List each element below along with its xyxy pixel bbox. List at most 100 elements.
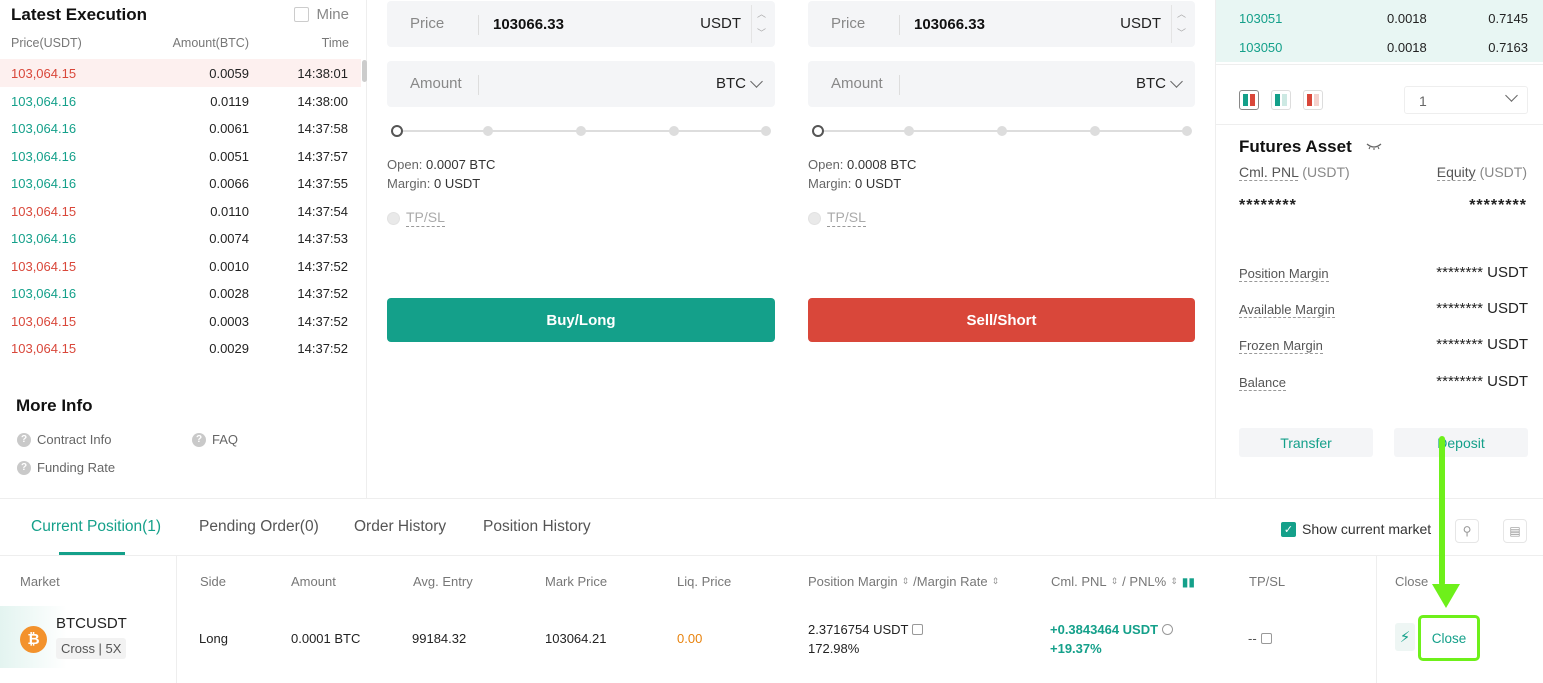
slider-handle[interactable] xyxy=(391,125,403,137)
tab-position-history[interactable]: Position History xyxy=(483,518,591,536)
trade-price: 103,064.15 xyxy=(11,313,77,329)
slider-mark[interactable] xyxy=(904,126,914,136)
buy-price-field[interactable]: Price 103066.33 USDT ︿ ﹀ xyxy=(387,1,775,47)
layout-sell-icon[interactable] xyxy=(1303,90,1323,110)
mine-checkbox[interactable] xyxy=(294,7,310,22)
slider-mark[interactable] xyxy=(483,126,493,136)
tpsl-radio[interactable] xyxy=(808,211,821,225)
buy-amount-unit-select[interactable]: BTC xyxy=(716,74,763,92)
depth-value: 1 xyxy=(1419,93,1427,109)
deposit-button[interactable]: Deposit xyxy=(1394,428,1528,457)
stepper-down-icon[interactable]: ﹀ xyxy=(752,24,771,43)
balance-label[interactable]: Balance xyxy=(1239,375,1286,391)
slider-mark[interactable] xyxy=(1090,126,1100,136)
frozen-margin-value: ******** USDT xyxy=(1436,336,1528,353)
stepper-up-icon[interactable]: ︿ xyxy=(1172,5,1191,24)
share-icon[interactable] xyxy=(1162,624,1174,635)
sell-amount-field[interactable]: Amount BTC xyxy=(808,61,1195,107)
slider-mark[interactable] xyxy=(576,126,586,136)
margin-label: Margin: xyxy=(808,176,852,191)
active-tab-indicator xyxy=(59,552,125,555)
checkbox-checked-icon[interactable]: ✓ xyxy=(1281,521,1296,537)
question-icon: ? xyxy=(17,432,31,447)
buy-long-button[interactable]: Buy/Long xyxy=(387,298,775,342)
filter-icon[interactable]: ⚲ xyxy=(1455,519,1479,543)
slider-mark[interactable] xyxy=(761,126,771,136)
show-current-market-label: Show current market xyxy=(1302,521,1432,537)
slider-mark[interactable] xyxy=(997,126,1007,136)
position-amount: 0.0001 BTC xyxy=(291,631,361,646)
tab-pending-order[interactable]: Pending Order(0) xyxy=(199,518,319,536)
layout-both-icon[interactable] xyxy=(1239,90,1259,110)
bar-chart-icon[interactable]: ▮▮ xyxy=(1182,575,1195,589)
divider xyxy=(1216,64,1543,65)
contract-info-link[interactable]: ? Contract Info xyxy=(17,432,111,447)
buy-amount-slider[interactable] xyxy=(391,125,771,137)
trade-price: 103,064.15 xyxy=(11,66,77,81)
edit-icon[interactable] xyxy=(912,624,924,635)
slider-handle[interactable] xyxy=(812,125,824,137)
buy-price-label: Price xyxy=(410,15,445,32)
tab-current-position[interactable]: Current Position(1) xyxy=(31,518,161,536)
trade-row: 103,064.16 0.0119 14:38:00 xyxy=(0,87,361,115)
slider-mark[interactable] xyxy=(1182,126,1192,136)
available-margin-label[interactable]: Available Margin xyxy=(1239,302,1335,318)
sort-icon[interactable]: ⇕ xyxy=(1170,576,1178,587)
sell-price-value[interactable]: 103066.33 xyxy=(914,16,985,33)
sell-price-field[interactable]: Price 103066.33 USDT ︿ ﹀ xyxy=(808,1,1195,47)
order-book-row[interactable]: 103050 0.0018 0.7163 xyxy=(1216,29,1543,58)
transfer-button[interactable]: Transfer xyxy=(1239,428,1373,457)
col-tpsl: TP/SL xyxy=(1249,574,1286,589)
sort-icon[interactable]: ⇕ xyxy=(902,576,910,587)
slider-mark[interactable] xyxy=(669,126,679,136)
position-symbol[interactable]: BTCUSDT xyxy=(56,615,127,632)
stepper-down-icon[interactable]: ﹀ xyxy=(1172,24,1191,43)
margin-value: 0 USDT xyxy=(433,176,481,191)
sell-price-unit: USDT xyxy=(1120,15,1161,32)
frozen-margin-label[interactable]: Frozen Margin xyxy=(1239,338,1323,354)
buy-price-stepper[interactable]: ︿ ﹀ xyxy=(751,5,771,43)
sell-amount-slider[interactable] xyxy=(812,125,1192,137)
trades-scrollbar[interactable] xyxy=(362,60,367,82)
header-time: Time xyxy=(321,36,349,50)
tab-order-history[interactable]: Order History xyxy=(354,518,446,536)
col-market: Market xyxy=(20,574,60,589)
col-cml-pnl[interactable]: Cml. PNL ⇕ / PNL% ⇕ ▮▮ xyxy=(1051,574,1195,589)
position-margin-label[interactable]: Position Margin xyxy=(1239,266,1329,282)
document-icon[interactable]: ▤ xyxy=(1503,519,1527,543)
trade-time: 14:37:54 xyxy=(297,203,348,219)
sort-icon[interactable]: ⇕ xyxy=(1111,576,1119,587)
tpsl-radio[interactable] xyxy=(387,211,400,225)
layout-buy-icon[interactable] xyxy=(1271,90,1291,110)
sell-amount-unit: BTC xyxy=(1136,75,1166,92)
sell-amount-unit-select[interactable]: BTC xyxy=(1136,74,1183,92)
cml-pnl-label[interactable]: Cml. PNL xyxy=(1239,164,1299,181)
bolt-icon[interactable]: ⚡ xyxy=(1395,623,1415,651)
stepper-up-icon[interactable]: ︿ xyxy=(752,5,771,24)
trade-amount: 0.0010 xyxy=(209,258,249,274)
eye-closed-icon[interactable] xyxy=(1366,141,1382,151)
sell-tpsl-toggle[interactable]: TP/SL xyxy=(808,209,866,227)
buy-amount-field[interactable]: Amount BTC xyxy=(387,61,775,107)
col-position-margin[interactable]: Position Margin ⇕ /Margin Rate ⇕ xyxy=(808,574,999,589)
depth-select[interactable]: 1 xyxy=(1404,86,1528,114)
order-book-row[interactable]: 103051 0.0018 0.7145 xyxy=(1216,0,1543,29)
close-position-button[interactable]: Close xyxy=(1418,615,1480,661)
trade-amount: 0.0059 xyxy=(209,66,249,81)
funding-rate-link[interactable]: ? Funding Rate xyxy=(17,460,115,475)
trade-row: 103,064.16 0.0051 14:37:57 xyxy=(0,142,361,170)
trade-price: 103,064.16 xyxy=(11,231,77,246)
equity-label[interactable]: Equity xyxy=(1436,164,1476,181)
faq-link[interactable]: ? FAQ xyxy=(192,432,238,447)
sell-price-stepper[interactable]: ︿ ﹀ xyxy=(1171,5,1191,43)
trade-amount: 0.0110 xyxy=(210,203,249,219)
buy-tpsl-toggle[interactable]: TP/SL xyxy=(387,209,445,227)
mine-filter[interactable]: Mine xyxy=(294,6,349,23)
position-margin-line: Position Margin ******** USDT xyxy=(1239,263,1528,285)
sell-short-button[interactable]: Sell/Short xyxy=(808,298,1195,342)
edit-icon[interactable] xyxy=(1260,633,1272,644)
chevron-down-icon xyxy=(1170,74,1183,88)
buy-price-value[interactable]: 103066.33 xyxy=(493,16,564,33)
show-current-market-toggle[interactable]: ✓ Show current market xyxy=(1281,521,1431,537)
sort-icon[interactable]: ⇕ xyxy=(992,576,1000,587)
